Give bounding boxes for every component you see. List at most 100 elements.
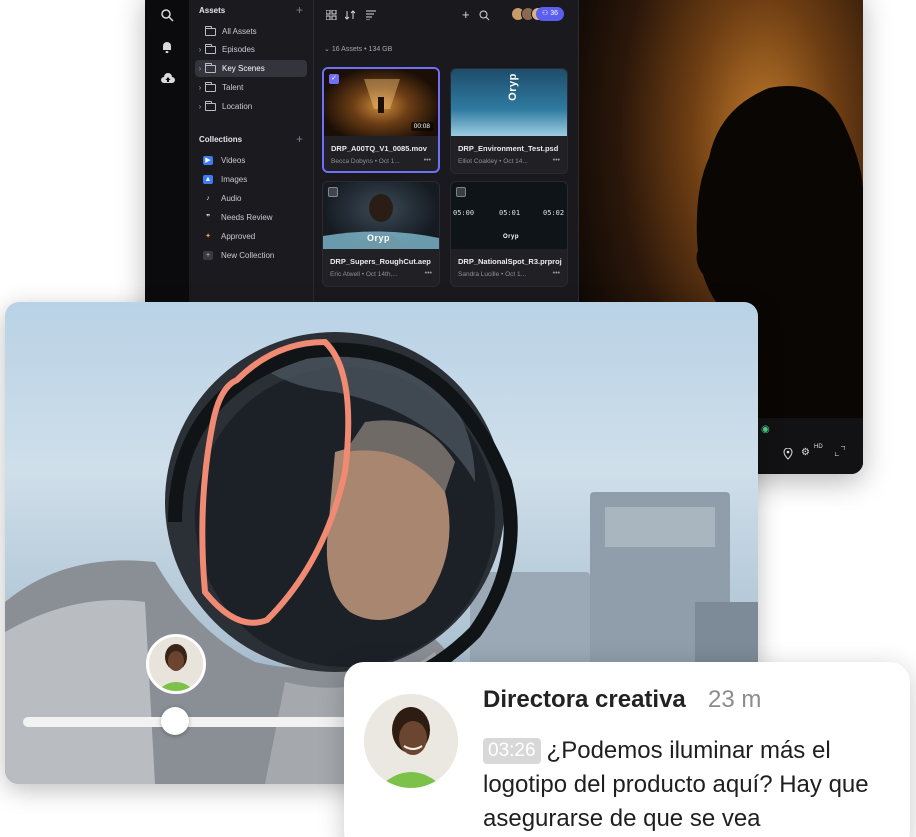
chevron-right-icon: › (198, 102, 202, 111)
asset-title: DRP_NationalSpot_R3.prproj (458, 257, 562, 266)
timecode-label: 05:00 (453, 209, 475, 217)
asset-card[interactable]: Oryp DRP_Environment_Test.psd Elliot Coa… (450, 68, 568, 174)
comment-card[interactable]: Directora creativa 23 m 03:26 ¿Podemos il… (344, 662, 910, 837)
comment-body: 03:26 ¿Podemos iluminar más el logotipo d… (483, 734, 893, 836)
cloud-upload-icon[interactable] (160, 72, 176, 88)
more-options-icon[interactable]: ••• (425, 270, 432, 277)
location-pin-icon[interactable] (783, 447, 793, 463)
tree-item-episodes[interactable]: › Episodes (195, 41, 307, 58)
chevron-right-icon: › (198, 45, 202, 54)
video-icon: ▶ (203, 155, 213, 165)
asset-thumbnail: Oryp (451, 69, 567, 136)
sort-icon[interactable] (344, 10, 357, 22)
avatar (364, 694, 458, 788)
collection-label: Images (221, 174, 248, 184)
reviewer-portrait (149, 637, 203, 691)
scrubber-track[interactable] (23, 717, 363, 727)
select-checkbox[interactable]: ✓ (329, 74, 339, 84)
collection-new[interactable]: + New Collection (203, 248, 274, 262)
share-count: 36 (550, 10, 559, 17)
comment-text: ¿Podemos iluminar más el logotipo del pr… (483, 737, 869, 832)
image-icon: ▲ (203, 174, 213, 184)
playhead-marker-icon[interactable]: ◉ (761, 424, 770, 435)
asset-card[interactable]: Oryp DRP_Supers_RoughCut.aep Eric Atwell… (322, 181, 440, 287)
quote-icon: ❞ (205, 213, 211, 221)
bell-icon[interactable] (160, 40, 176, 56)
share-count-badge[interactable]: ⚇ 36 (536, 7, 565, 21)
collections-heading: Collections (199, 135, 243, 144)
comment-marker-avatar[interactable] (146, 634, 206, 694)
duration-badge: 00:08 (410, 122, 433, 131)
asset-title: DRP_A00TQ_V1_0085.mov (331, 144, 427, 153)
collection-label: Audio (221, 193, 242, 203)
comment-timestamp: 23 m (708, 686, 762, 713)
select-checkbox[interactable] (328, 187, 338, 197)
filter-icon[interactable] (366, 10, 376, 22)
asset-thumbnail: Oryp (323, 182, 439, 249)
collection-label: Approved (221, 231, 256, 241)
asset-title: DRP_Environment_Test.psd (458, 144, 559, 153)
tree-item-label: Key Scenes (222, 64, 265, 73)
folder-icon (205, 100, 216, 111)
tree-item-label: Episodes (222, 45, 255, 54)
tree-item-label: Location (222, 102, 253, 111)
asset-count[interactable]: ⌄ 16 Assets • 134 GB (324, 45, 392, 53)
collection-label: Needs Review (221, 212, 273, 222)
plus-icon: + (203, 250, 213, 260)
asset-card[interactable]: 05:00 05:01 05:02 Oryp DRP_NationalSpot_… (450, 181, 568, 287)
collection-videos[interactable]: ▶ Videos (203, 153, 245, 167)
chevron-right-icon: › (198, 83, 202, 92)
assets-heading: Assets (199, 6, 226, 15)
reviewer-portrait (364, 694, 458, 788)
add-collection-icon[interactable]: + (296, 133, 303, 145)
timecode-label: 05:01 (499, 209, 521, 217)
product-logo: Oryp (367, 233, 391, 243)
folder-icon (205, 25, 216, 36)
chevron-right-icon: › (198, 64, 202, 73)
more-options-icon[interactable]: ••• (553, 157, 560, 164)
asset-card[interactable]: ✓ 00:08 DRP_A00TQ_V1_0085.mov Becca Doby… (322, 67, 440, 173)
more-options-icon[interactable]: ••• (553, 270, 560, 277)
collection-needs-review[interactable]: ❞ Needs Review (203, 210, 273, 224)
scrubber-handle[interactable] (161, 707, 189, 735)
audio-icon: ♪ (206, 194, 210, 202)
separator-dot: • (364, 46, 367, 53)
collection-approved[interactable]: ✦ Approved (203, 229, 255, 243)
product-logo: Oryp (506, 73, 519, 101)
fullscreen-icon[interactable] (834, 445, 846, 459)
add-asset-icon[interactable]: + (296, 4, 303, 16)
tree-item-all-assets[interactable]: All Assets (195, 23, 307, 40)
people-icon: ⚇ (542, 10, 549, 17)
folder-icon (205, 81, 216, 92)
folder-icon (205, 62, 216, 73)
collection-audio[interactable]: ♪ Audio (203, 191, 241, 205)
collection-images[interactable]: ▲ Images (203, 172, 247, 186)
asset-meta: Eric Atwell • Oct 14th,... (330, 271, 398, 278)
tree-item-talent[interactable]: › Talent (195, 79, 307, 96)
comment-timecode[interactable]: 03:26 (483, 738, 541, 764)
hd-label: HD (814, 444, 823, 450)
search-icon[interactable] (160, 8, 176, 24)
tree-item-label: All Assets (222, 27, 257, 36)
tree-item-location[interactable]: › Location (195, 98, 307, 115)
more-options-icon[interactable]: ••• (424, 157, 431, 164)
asset-size-label: 134 GB (368, 46, 393, 53)
chevron-down-icon: ⌄ (324, 46, 330, 53)
timecode-label: 05:02 (543, 209, 565, 217)
settings-gear-icon[interactable]: ⚙ (801, 447, 810, 458)
asset-meta: Sandra Lucille • Oct 1... (458, 271, 527, 278)
comment-author: Directora creativa (483, 686, 686, 713)
folder-icon (205, 43, 216, 54)
asset-thumbnail: 05:00 05:01 05:02 Oryp (451, 182, 567, 249)
collection-label: New Collection (221, 250, 275, 260)
select-checkbox[interactable] (456, 187, 466, 197)
asset-meta: Elliot Coakley • Oct 14... (458, 158, 528, 165)
asset-title: DRP_Supers_RoughCut.aep (330, 257, 431, 266)
party-icon: ✦ (205, 232, 211, 240)
tree-item-key-scenes[interactable]: › Key Scenes (195, 60, 307, 77)
add-icon[interactable]: + (462, 7, 470, 22)
asset-meta: Becca Dobyns • Oct 1... (331, 158, 400, 165)
grid-view-icon[interactable] (325, 9, 338, 22)
collection-label: Videos (221, 155, 246, 165)
search-icon[interactable] (479, 10, 490, 23)
